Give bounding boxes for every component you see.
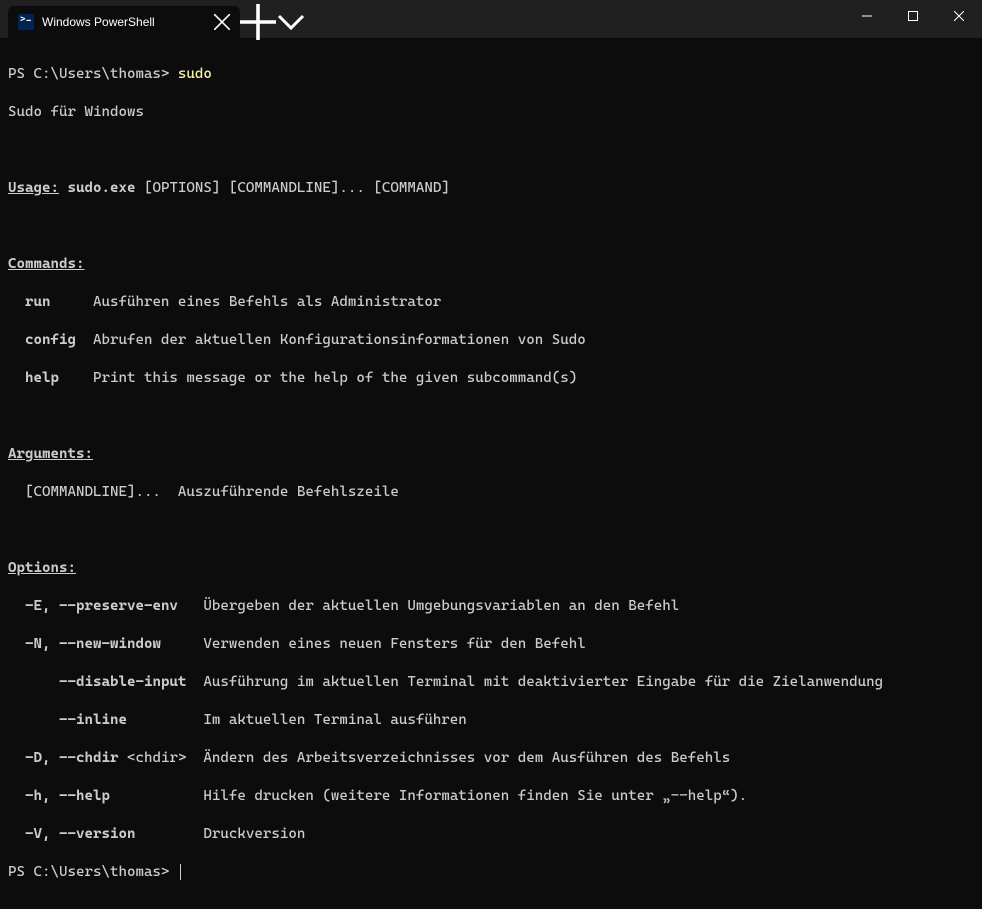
opt-flag-long: --preserve-env [59,598,178,614]
opt-flag-long: --help [59,788,110,804]
cmd-run: run [8,294,50,310]
opt-pad [8,712,59,728]
opt-flag-long: --version [59,826,135,842]
opt-flag: -V, [8,826,59,842]
tab-title: Windows PowerShell [42,15,214,29]
cmd-config: config [8,332,76,348]
cmd-help-desc: Print this message or the help of the gi… [59,370,577,386]
options-label: Options: [8,560,76,576]
opt-flag: -E, [8,598,59,614]
output-text: Sudo für Windows [8,103,974,122]
opt-arg: <chdir> [118,750,186,766]
opt-desc: Übergeben der aktuellen Umgebungsvariabl… [178,598,679,614]
commands-label: Commands: [8,256,84,272]
opt-flag-long: --new-window [59,636,161,652]
cmd-help: help [8,370,59,386]
cmd-run-desc: Ausführen eines Befehls als Administrato… [50,294,441,310]
opt-flag-long: --disable-input [59,674,186,690]
prompt: PS C:\Users\thomas> [8,66,178,82]
opt-desc: Druckversion [135,826,305,842]
tab-dropdown-button[interactable] [276,6,306,38]
titlebar: Windows PowerShell [0,0,982,38]
opt-desc: Im aktuellen Terminal ausführen [127,712,467,728]
tab-close-button[interactable] [214,14,230,30]
prompt: PS C:\Users\thomas> [8,864,178,880]
opt-flag-long: --chdir [59,750,118,766]
tab-gap [0,0,8,38]
arg-line: [COMMANDLINE]... Auszuführende Befehlsze… [8,483,974,502]
opt-flag: -D, [8,750,59,766]
cursor [180,864,181,880]
usage-args: [OPTIONS] [COMMANDLINE]... [COMMAND] [144,180,450,196]
opt-desc: Ändern des Arbeitsverzeichnisses vor dem… [186,750,730,766]
usage-exe: sudo.exe [59,180,144,196]
opt-flag: -N, [8,636,59,652]
tab-powershell[interactable]: Windows PowerShell [8,6,240,38]
opt-desc: Hilfe drucken (weitere Informationen fin… [110,788,747,804]
opt-flag: -h, [8,788,59,804]
minimize-button[interactable] [844,0,890,32]
new-tab-button[interactable] [240,6,276,38]
terminal-output[interactable]: PS C:\Users\thomas> sudo Sudo für Window… [0,38,982,909]
opt-desc: Verwenden eines neuen Fensters für den B… [161,636,586,652]
arguments-label: Arguments: [8,446,93,462]
opt-pad [8,674,59,690]
maximize-button[interactable] [890,0,936,32]
window-controls [844,0,982,32]
usage-label: Usage: [8,180,59,196]
cmd-config-desc: Abrufen der aktuellen Konfigurationsinfo… [76,332,586,348]
command-input: sudo [178,66,212,82]
opt-flag-long: --inline [59,712,127,728]
powershell-icon [18,14,34,30]
close-button[interactable] [936,0,982,32]
opt-desc: Ausführung im aktuellen Terminal mit dea… [186,674,883,690]
